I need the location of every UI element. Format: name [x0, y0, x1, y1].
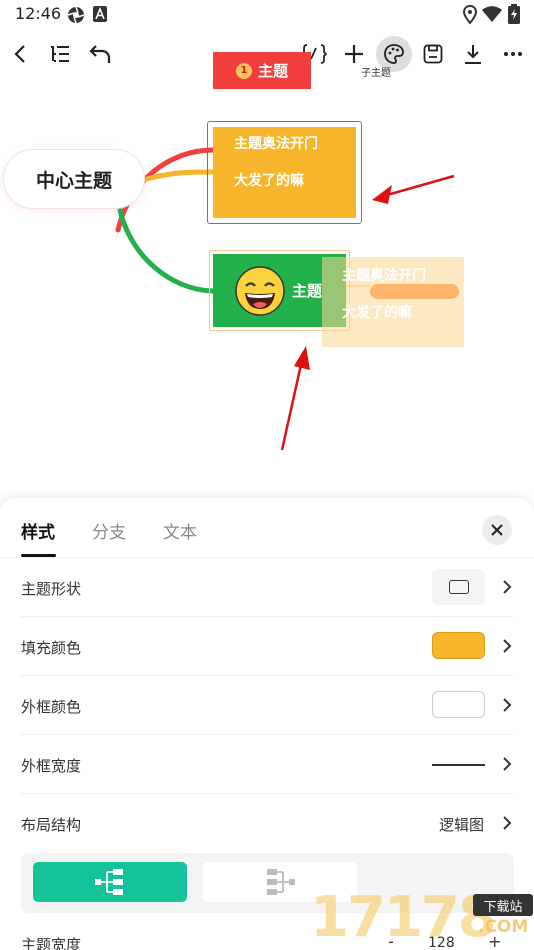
keyboard-a-icon [93, 6, 107, 22]
download-button[interactable] [455, 36, 491, 72]
priority-badge: 1 [235, 62, 252, 79]
dragging-topic-preview: 主题奥法开门 大发了的嘛 [322, 257, 464, 347]
download-icon [465, 45, 481, 64]
back-button[interactable] [3, 36, 39, 72]
red-topic-node[interactable]: 1 主题 [213, 52, 311, 89]
aperture-icon [67, 6, 85, 24]
topic-width-label: 主题宽度 [21, 936, 82, 950]
palette-icon [384, 44, 404, 64]
logic-left-layout-icon [267, 869, 295, 895]
watermark-tag: 下载站 [473, 894, 533, 916]
drop-indicator [370, 284, 459, 299]
save-button[interactable] [415, 36, 451, 72]
chevron-right-icon [503, 816, 512, 830]
add-icon [345, 45, 363, 63]
border-width-row[interactable]: 外框宽度 [0, 735, 534, 794]
battery-icon [508, 4, 520, 24]
layout-structure-row[interactable]: 布局结构 逻辑图 [0, 794, 534, 853]
layout-structure-label: 布局结构 [21, 816, 82, 834]
laughing-emoji-icon [235, 265, 285, 316]
ghost-topic-line2: 大发了的嘛 [342, 305, 412, 321]
topic-shape-label: 主题形状 [21, 580, 82, 598]
undo-icon [89, 45, 111, 63]
more-button[interactable] [495, 36, 531, 72]
status-bar: 12:46 [0, 0, 534, 30]
green-topic-label: 主题 [292, 282, 323, 300]
watermark-domain: .COM [478, 917, 529, 937]
topic-shape-row[interactable]: 主题形状 [0, 558, 534, 617]
fill-color-row[interactable]: 填充颜色 [0, 617, 534, 676]
shape-preview[interactable] [432, 569, 485, 605]
chevron-right-icon [503, 757, 512, 771]
wifi-icon [482, 6, 502, 22]
close-icon [491, 524, 503, 536]
fill-color-swatch[interactable] [432, 632, 485, 659]
sub-topic-label[interactable]: 子主题 [361, 64, 391, 79]
outline-button[interactable] [42, 36, 78, 72]
chevron-right-icon [503, 698, 512, 712]
fill-color-label: 填充颜色 [21, 639, 82, 657]
tab-branch[interactable]: 分支 [92, 518, 126, 543]
logic-right-layout-icon [95, 869, 123, 895]
tab-text[interactable]: 文本 [163, 518, 197, 543]
border-width-preview[interactable] [432, 764, 485, 766]
yellow-topic-node[interactable]: 主题奥法开门 大发了的嘛 [213, 127, 356, 218]
central-topic[interactable]: 中心主题 [4, 150, 144, 208]
site-watermark: 17178 下载站 .COM [310, 885, 534, 950]
style-panel: 样式 分支 文本 主题形状 填充颜色 外框颜色 外框宽度 布局结构 逻辑图 主题… [0, 498, 534, 950]
tab-style[interactable]: 样式 [21, 518, 55, 543]
location-icon [462, 5, 478, 25]
border-color-row[interactable]: 外框颜色 [0, 676, 534, 735]
yellow-topic-line2: 大发了的嘛 [234, 173, 304, 189]
watermark-digits: 17178 [310, 885, 497, 950]
close-panel-button[interactable] [482, 515, 512, 545]
border-color-label: 外框颜色 [21, 698, 82, 716]
screen: 12:46 中心主题 1 主题 子主题 主题奥法开门 大发了的嘛 主题 主题奥法… [0, 0, 534, 950]
more-icon [504, 52, 522, 56]
status-time: 12:46 [15, 4, 62, 23]
tab-indicator [21, 554, 56, 557]
rectangle-shape-icon [448, 580, 469, 594]
yellow-topic-line1: 主题奥法开门 [234, 136, 318, 152]
layout-structure-value: 逻辑图 [438, 816, 484, 834]
panel-tabs: 样式 分支 文本 [0, 498, 534, 558]
chevron-right-icon [503, 580, 512, 594]
border-color-swatch[interactable] [432, 691, 485, 718]
undo-button[interactable] [82, 36, 118, 72]
mindmap-canvas[interactable]: 中心主题 1 主题 子主题 主题奥法开门 大发了的嘛 主题 主题奥法开门 大发了… [0, 52, 534, 500]
border-width-label: 外框宽度 [21, 757, 82, 775]
chevron-right-icon [503, 639, 512, 653]
save-icon [423, 44, 443, 64]
outline-icon [51, 46, 69, 62]
red-topic-label: 主题 [257, 62, 288, 80]
back-icon [14, 45, 25, 63]
layout-logic-right-option[interactable] [33, 862, 187, 902]
